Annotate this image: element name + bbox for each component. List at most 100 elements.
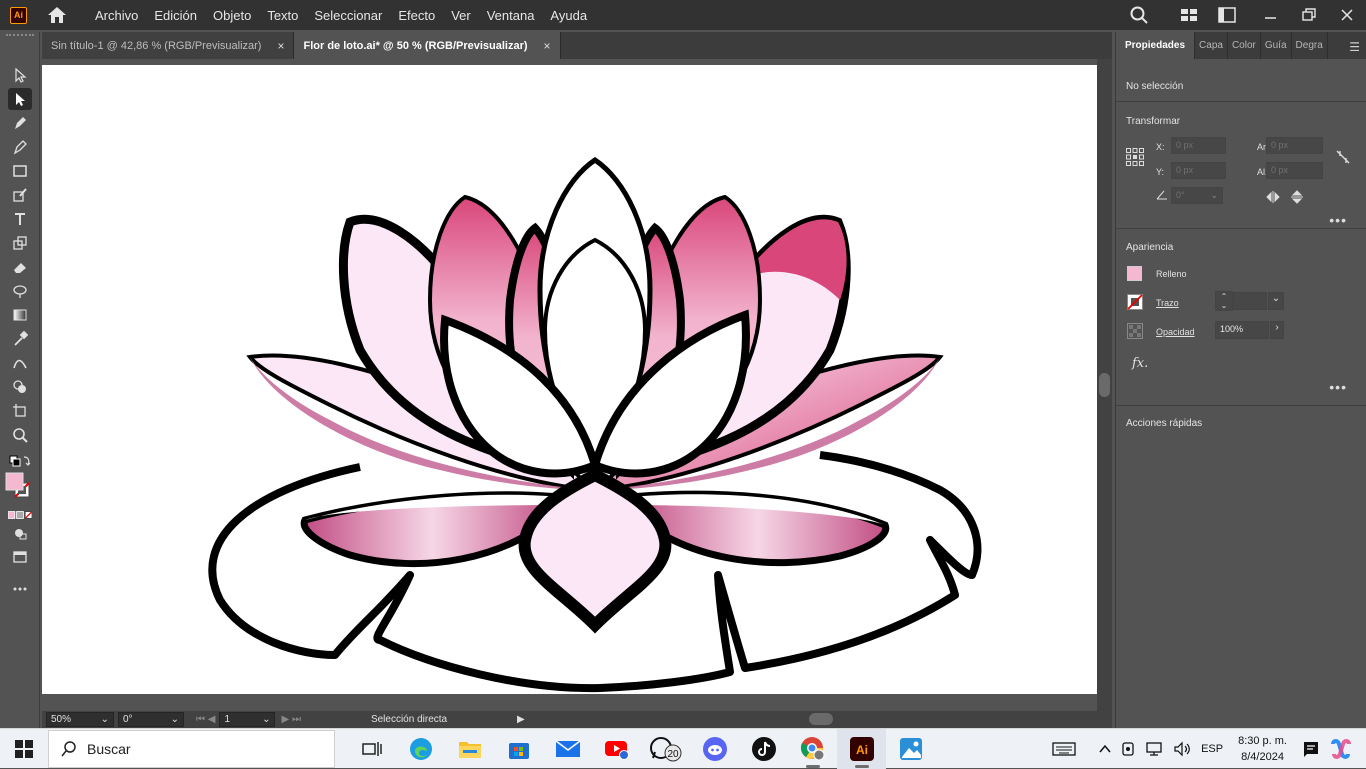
network-icon[interactable] [1145, 741, 1163, 757]
artboard-select[interactable]: 1 ⌄ [219, 712, 276, 727]
shape-builder-tool-icon[interactable] [8, 376, 32, 398]
eyedropper-tool-icon[interactable] [8, 328, 32, 350]
clock[interactable]: 8:30 p. m. 8/4/2024 [1238, 733, 1287, 765]
menu-archivo[interactable]: Archivo [87, 8, 146, 23]
chrome-icon[interactable] [788, 729, 837, 769]
y-field[interactable]: 0 px [1171, 162, 1226, 179]
opacity-chevron-icon[interactable]: › [1270, 321, 1284, 339]
opacity-field[interactable]: 100% [1215, 321, 1269, 339]
tab-sin-titulo[interactable]: Sin título-1 @ 42,86 % (RGB/Previsualiza… [42, 32, 295, 59]
constrain-proportions-icon[interactable] [1336, 150, 1350, 164]
fill-swatch[interactable] [1127, 266, 1142, 281]
scrollbar-thumb[interactable] [809, 713, 833, 725]
scrollbar-thumb[interactable] [1099, 373, 1110, 397]
horizontal-scrollbar[interactable] [547, 711, 1092, 728]
artboard-first-icon[interactable]: ⏮ ◀ [196, 714, 215, 725]
photos-icon[interactable] [886, 729, 935, 769]
close-icon[interactable] [1338, 6, 1356, 24]
menu-texto[interactable]: Texto [259, 8, 306, 23]
arrange-documents-icon[interactable] [1218, 6, 1236, 24]
angle-field[interactable]: 0° ⌄ [1171, 187, 1223, 204]
language-indicator[interactable]: ESP [1201, 743, 1223, 755]
minimize-icon[interactable] [1262, 6, 1280, 24]
menu-objeto[interactable]: Objeto [205, 8, 259, 23]
blend-tool-icon[interactable] [8, 352, 32, 374]
fill-stroke-swatches-icon[interactable] [5, 472, 33, 502]
menu-edicion[interactable]: Edición [146, 8, 205, 23]
mail-icon[interactable] [543, 729, 592, 769]
home-icon[interactable] [47, 6, 67, 24]
edge-icon[interactable] [396, 729, 445, 769]
vertical-scrollbar[interactable] [1097, 59, 1112, 711]
stroke-weight-dropdown[interactable]: ⌄ [1268, 292, 1284, 310]
selection-tool-icon[interactable] [8, 64, 32, 86]
store-icon[interactable] [494, 729, 543, 769]
chevron-up-icon[interactable] [1099, 744, 1111, 754]
menu-efecto[interactable]: Efecto [390, 8, 443, 23]
keyboard-icon[interactable] [1052, 741, 1076, 757]
task-view-icon[interactable] [347, 729, 396, 769]
discord-icon[interactable] [690, 729, 739, 769]
menu-ayuda[interactable]: Ayuda [542, 8, 595, 23]
curvature-tool-icon[interactable] [8, 136, 32, 158]
flip-vertical-icon[interactable] [1291, 190, 1303, 204]
transform-more-icon[interactable]: ••• [1329, 212, 1347, 228]
eraser-tool-icon[interactable] [8, 256, 32, 278]
tab-guia[interactable]: Guía [1261, 32, 1292, 59]
menu-ventana[interactable]: Ventana [479, 8, 543, 23]
draw-mode-icon[interactable] [8, 522, 32, 544]
copilot-icon[interactable] [1330, 738, 1352, 760]
lotus-artwork[interactable] [42, 65, 1097, 694]
tab-close-icon[interactable]: × [544, 39, 551, 53]
width-tool-icon[interactable] [8, 280, 32, 302]
start-button[interactable] [0, 729, 48, 769]
whatsapp-icon[interactable]: 20 [641, 729, 690, 769]
camera-tray-icon[interactable] [1121, 741, 1135, 757]
menu-ver[interactable]: Ver [443, 8, 479, 23]
stroke-weight-field[interactable] [1233, 292, 1267, 310]
workspace-icon[interactable] [1180, 6, 1198, 24]
tab-propiedades[interactable]: Propiedades [1116, 32, 1196, 59]
tiktok-icon[interactable] [739, 729, 788, 769]
file-explorer-icon[interactable] [445, 729, 494, 769]
rotation-select[interactable]: 0° ⌄ [118, 712, 184, 727]
tab-close-icon[interactable]: × [277, 39, 284, 53]
zoom-tool-icon[interactable] [8, 424, 32, 446]
illustrator-taskbar-icon[interactable]: Ai [837, 728, 886, 769]
search-icon[interactable] [1130, 6, 1148, 24]
flip-horizontal-icon[interactable] [1266, 191, 1280, 203]
notifications-icon[interactable] [1302, 740, 1320, 758]
appearance-more-icon[interactable]: ••• [1329, 379, 1347, 395]
gradient-tool-icon[interactable] [8, 304, 32, 326]
rectangle-tool-icon[interactable] [8, 160, 32, 182]
stroke-swatch[interactable] [1127, 294, 1143, 310]
paintbrush-tool-icon[interactable] [8, 184, 32, 206]
taskbar-search[interactable]: Buscar [48, 729, 335, 768]
artboard-tool-icon[interactable] [8, 400, 32, 422]
youtube-icon[interactable] [592, 729, 641, 769]
scale-tool-icon[interactable] [8, 232, 32, 254]
tab-capas[interactable]: Capa [1195, 32, 1228, 59]
zoom-select[interactable]: 50% ⌄ [46, 712, 114, 727]
status-menu-icon[interactable]: ▶ [517, 714, 525, 725]
tab-color[interactable]: Color [1228, 32, 1261, 59]
canvas-area[interactable] [42, 59, 1097, 711]
screen-mode-icon[interactable] [8, 546, 32, 568]
stroke-weight-stepper[interactable]: ⌃ ⌄ [1215, 291, 1233, 311]
restore-icon[interactable] [1300, 6, 1318, 24]
direct-selection-tool-icon[interactable] [8, 88, 32, 110]
type-tool-icon[interactable] [8, 208, 32, 230]
height-field[interactable]: 0 px [1266, 162, 1323, 179]
opacity-label[interactable]: Opacidad [1156, 327, 1195, 337]
fx-icon[interactable]: fx. [1132, 356, 1148, 371]
fill-stroke-default-icon[interactable] [8, 450, 32, 472]
reference-point-icon[interactable] [1126, 148, 1144, 166]
tab-degradado[interactable]: Degra [1292, 32, 1328, 59]
menu-seleccionar[interactable]: Seleccionar [306, 8, 390, 23]
x-field[interactable]: 0 px [1171, 137, 1226, 154]
more-tools-icon[interactable] [8, 578, 32, 600]
artboard[interactable] [42, 65, 1097, 694]
artboard-last-icon[interactable]: ▶ ⏭ [281, 714, 300, 725]
volume-icon[interactable] [1173, 741, 1191, 757]
tab-flor-de-loto[interactable]: Flor de loto.ai* @ 50 % (RGB/Previsualiz… [294, 32, 561, 59]
